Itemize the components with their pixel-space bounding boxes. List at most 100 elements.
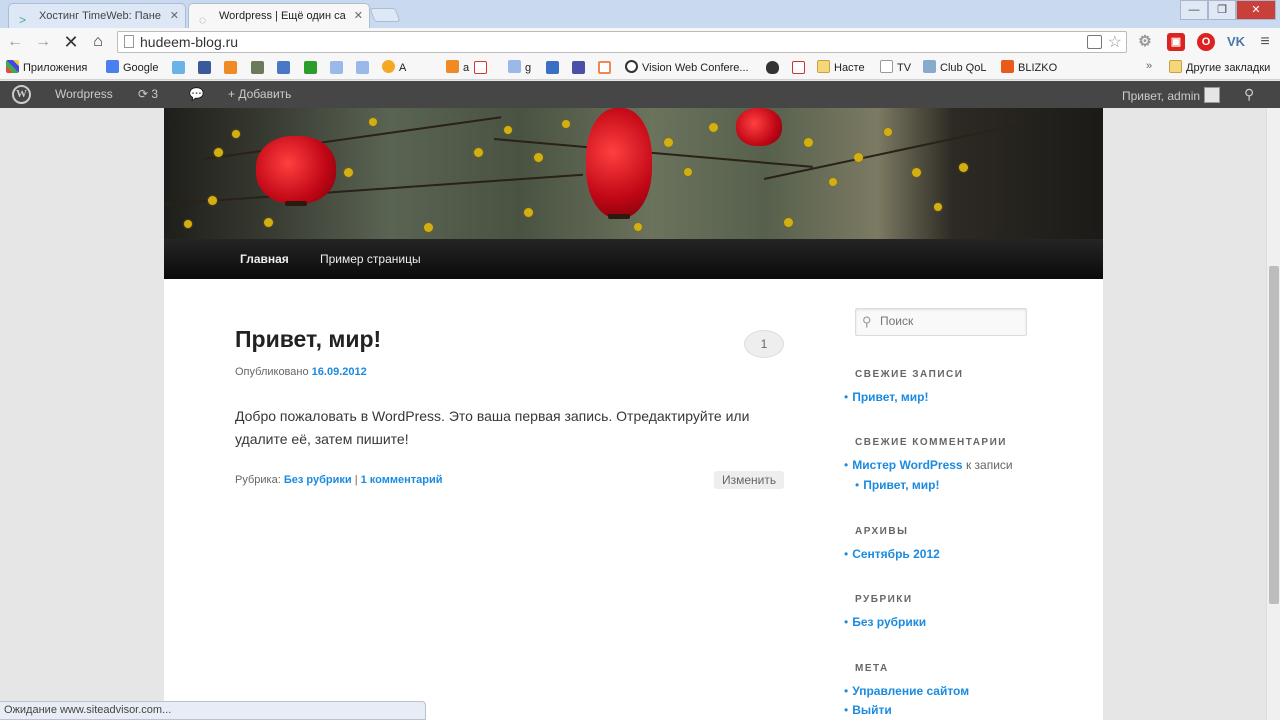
- bookmark-google[interactable]: Google: [106, 60, 158, 74]
- tab-title: Wordpress | Ещё один са: [219, 10, 346, 22]
- page-icon: [880, 60, 893, 73]
- bookmark-icon: [446, 60, 459, 73]
- post-date-link[interactable]: 16.09.2012: [312, 366, 367, 378]
- bookmark-icon-7[interactable]: [474, 61, 487, 74]
- browser-tab-timeweb[interactable]: > Хостинг TimeWeb: Пане ✕: [8, 3, 186, 28]
- address-bar[interactable]: hudeem-blog.ru ☆: [117, 31, 1127, 53]
- recent-comment-post[interactable]: Привет, мир!: [855, 478, 939, 492]
- bookmark-icon-10[interactable]: [598, 61, 611, 74]
- bookmark-icon-3[interactable]: [251, 61, 264, 74]
- forward-arrow-icon[interactable]: →: [32, 31, 54, 53]
- bookmark-label: TV: [897, 62, 912, 74]
- minimize-button[interactable]: —: [1180, 0, 1208, 20]
- bookmark-icon-1[interactable]: [172, 61, 185, 74]
- admin-bar-site-name[interactable]: Wordpress: [55, 87, 113, 101]
- updates-count: 3: [151, 87, 159, 101]
- tree-icon[interactable]: [304, 61, 317, 74]
- comments-link[interactable]: 1 комментарий: [361, 474, 443, 486]
- menu-icon[interactable]: ≡: [1256, 33, 1274, 51]
- nav-item-home[interactable]: Главная: [240, 252, 289, 266]
- close-window-button[interactable]: ✕: [1236, 0, 1276, 20]
- bookmark-other-folder[interactable]: Другие закладки: [1169, 60, 1270, 74]
- tab-strip: > Хостинг TimeWeb: Пане ✕ ◌ Wordpress | …: [0, 0, 1280, 28]
- bookmark-icon: [382, 60, 395, 73]
- bookmark-star-icon[interactable]: ☆: [1108, 32, 1122, 52]
- lantern-cap: [608, 214, 630, 219]
- admin-bar-account[interactable]: Привет, admin: [1122, 87, 1221, 103]
- plus-icon: +: [228, 87, 236, 101]
- edit-post-button[interactable]: Изменить: [714, 471, 785, 489]
- comment-count-bubble[interactable]: 1: [744, 330, 784, 358]
- search-input[interactable]: [880, 314, 1020, 328]
- nav-item-sample-page[interactable]: Пример страницы: [320, 252, 421, 266]
- blossom: [474, 148, 483, 157]
- blossom: [369, 118, 377, 126]
- maximize-button[interactable]: ❐: [1208, 0, 1236, 20]
- bookmark-icon-4[interactable]: [277, 61, 290, 74]
- meta-link-admin[interactable]: Управление сайтом: [844, 684, 969, 698]
- page-action-icon[interactable]: [1087, 35, 1102, 49]
- admin-bar-updates[interactable]: ⟳ 3: [138, 87, 158, 101]
- bookmark-folder-naste[interactable]: Насте: [817, 60, 865, 74]
- new-tab-button[interactable]: [369, 8, 401, 22]
- bookmark-g[interactable]: g: [508, 60, 531, 74]
- extension-red-icon[interactable]: ▣: [1167, 33, 1185, 51]
- meta-link-logout[interactable]: Выйти: [844, 703, 892, 717]
- browser-tab-wordpress[interactable]: ◌ Wordpress | Ещё один са ✕: [188, 3, 370, 28]
- bookmarks-overflow-icon[interactable]: »: [1146, 60, 1152, 72]
- bookmark-icon-12[interactable]: [792, 61, 805, 74]
- home-icon[interactable]: ⌂: [87, 31, 109, 53]
- comment-author-link[interactable]: Мистер WordPress: [852, 458, 962, 472]
- archive-label[interactable]: Сентябрь 2012: [852, 547, 940, 561]
- bookmark-icon-8[interactable]: [546, 61, 559, 74]
- back-arrow-icon[interactable]: ←: [4, 31, 26, 53]
- bookmark-icon-6[interactable]: [356, 61, 369, 74]
- category-widget-link[interactable]: Без рубрики: [844, 615, 926, 629]
- bookmark-vision[interactable]: Vision Web Confere...: [625, 60, 749, 74]
- bookmark-a-upper[interactable]: A: [382, 60, 406, 74]
- tab-title: Хостинг TimeWeb: Пане: [39, 10, 161, 22]
- vk-icon[interactable]: VK: [1227, 33, 1245, 51]
- categories-title: РУБРИКИ: [855, 594, 913, 605]
- bookmark-apps[interactable]: Приложения: [6, 60, 87, 74]
- blossom: [534, 153, 543, 162]
- bookmark-icon-9[interactable]: [572, 61, 585, 74]
- bookmark-icon-5[interactable]: [330, 61, 343, 74]
- bookmark-label: g: [525, 62, 532, 74]
- admin-bar-add-new[interactable]: + Добавить: [228, 87, 291, 101]
- bookmark-a-lower[interactable]: a: [446, 60, 469, 74]
- search-icon[interactable]: ⚲: [1244, 86, 1254, 103]
- close-tab-icon[interactable]: ✕: [354, 4, 363, 28]
- recent-post-link[interactable]: Привет, мир!: [844, 390, 928, 404]
- url-text[interactable]: hudeem-blog.ru: [140, 34, 238, 50]
- blossom: [562, 120, 570, 128]
- meta-logout-label[interactable]: Выйти: [852, 703, 892, 717]
- opera-icon[interactable]: O: [1197, 33, 1215, 51]
- loading-spinner-icon: ◌: [199, 13, 207, 27]
- blossom: [524, 208, 533, 217]
- recent-comment-item: Мистер WordPress к записи: [844, 458, 1012, 472]
- meta-admin-label[interactable]: Управление сайтом: [852, 684, 969, 698]
- recent-post-label[interactable]: Привет, мир!: [852, 390, 928, 404]
- bookmark-club-qol[interactable]: Club QoL: [923, 60, 986, 74]
- category-link[interactable]: Без рубрики: [284, 474, 352, 486]
- facebook-icon[interactable]: [198, 61, 211, 74]
- bookmark-icon-11[interactable]: [766, 61, 779, 74]
- bookmark-label: Google: [123, 62, 159, 74]
- comments-bubble-icon[interactable]: 💬: [189, 87, 204, 101]
- page-scrollbar[interactable]: [1266, 108, 1280, 720]
- stop-loading-icon[interactable]: ✕: [60, 31, 82, 53]
- recent-comments-title: СВЕЖИЕ КОММЕНТАРИИ: [855, 437, 1007, 448]
- gear-icon[interactable]: ⚙: [1136, 33, 1154, 51]
- bookmark-icon-2[interactable]: [224, 61, 237, 74]
- comment-post-link[interactable]: Привет, мир!: [863, 478, 939, 492]
- bookmark-tv[interactable]: TV: [880, 60, 911, 74]
- scrollbar-thumb[interactable]: [1269, 266, 1279, 604]
- bookmark-blizko[interactable]: BLIZKO: [1001, 60, 1057, 74]
- wordpress-logo-icon[interactable]: W: [12, 85, 31, 104]
- archive-link[interactable]: Сентябрь 2012: [844, 547, 940, 561]
- category-widget-label[interactable]: Без рубрики: [852, 615, 926, 629]
- wp-admin-bar: W Wordpress ⟳ 3 💬 + Добавить Привет, adm…: [0, 81, 1280, 108]
- post-title[interactable]: Привет, мир!: [235, 326, 381, 353]
- close-tab-icon[interactable]: ✕: [170, 4, 179, 28]
